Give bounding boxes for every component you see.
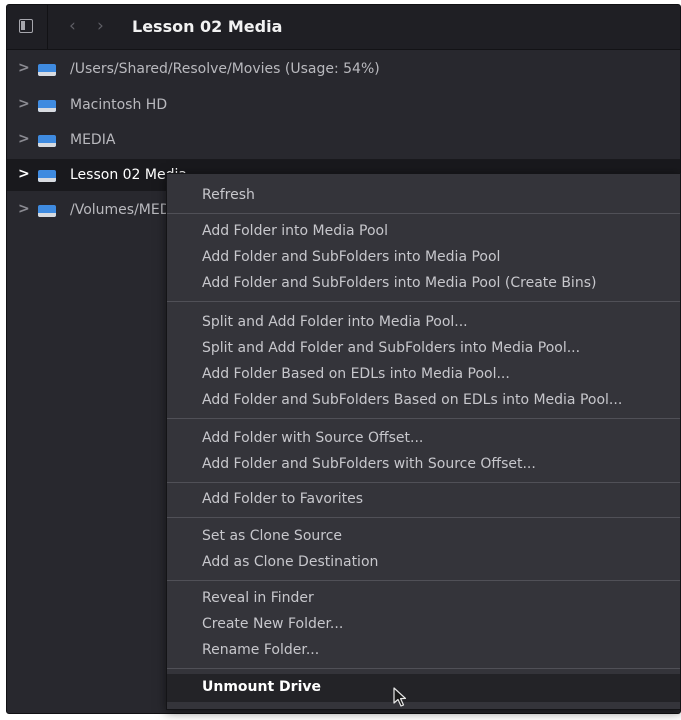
menu-item-add-clone-destination[interactable]: Add as Clone Destination [167,550,680,576]
chevron-right-icon[interactable]: > [18,166,30,182]
sidebar-toggle-icon[interactable] [19,19,33,33]
chevron-left-icon[interactable]: ‹ [69,16,76,36]
drive-icon [38,64,56,76]
menu-item-add-folder-subfolders-bins[interactable]: Add Folder and SubFolders into Media Poo… [167,271,680,297]
menu-item-add-folder-subfolders-source-offset[interactable]: Add Folder and SubFolders with Source Of… [167,452,680,478]
tree-item-label: Macintosh HD [70,97,168,113]
menu-item-add-folder-subfolders-edls[interactable]: Add Folder and SubFolders Based on EDLs … [167,388,680,414]
drive-icon [38,170,56,182]
chevron-right-icon[interactable]: › [97,16,104,36]
mouse-cursor-icon [393,687,407,707]
panel-header: ‹ › Lesson 02 Media [7,5,680,50]
chevron-right-icon[interactable]: > [18,96,30,112]
menu-separator [167,668,680,669]
menu-item-unmount-drive[interactable]: Unmount Drive [167,674,680,702]
drive-icon [38,100,56,112]
tree-item-label: MEDIA [70,132,116,148]
menu-item-create-new-folder[interactable]: Create New Folder... [167,612,680,638]
menu-separator [167,482,680,483]
tree-item-media[interactable]: > MEDIA [7,124,680,156]
chevron-right-icon[interactable]: > [18,60,30,76]
menu-item-set-clone-source[interactable]: Set as Clone Source [167,524,680,550]
tree-item-label: /Users/Shared/Resolve/Movies (Usage: 54%… [70,61,380,77]
menu-item-add-folder-subfolders[interactable]: Add Folder and SubFolders into Media Poo… [167,245,680,271]
menu-separator [167,580,680,581]
drive-icon [38,135,56,147]
tree-item-users-shared[interactable]: > /Users/Shared/Resolve/Movies (Usage: 5… [7,53,680,85]
menu-item-split-add-folder-subfolders[interactable]: Split and Add Folder and SubFolders into… [167,336,680,362]
menu-item-add-folder-edls[interactable]: Add Folder Based on EDLs into Media Pool… [167,362,680,388]
menu-separator [167,418,680,419]
menu-item-add-to-favorites[interactable]: Add Folder to Favorites [167,487,680,513]
menu-item-rename-folder[interactable]: Rename Folder... [167,638,680,664]
menu-separator [167,213,680,214]
context-menu: Refresh Add Folder into Media Pool Add F… [166,173,681,710]
tree-item-macintosh-hd[interactable]: > Macintosh HD [7,89,680,121]
drive-icon [38,205,56,217]
menu-separator [167,301,680,302]
chevron-right-icon[interactable]: > [18,131,30,147]
menu-separator [167,517,680,518]
menu-item-split-add-folder[interactable]: Split and Add Folder into Media Pool... [167,310,680,336]
menu-item-reveal-in-finder[interactable]: Reveal in Finder [167,586,680,612]
header-divider [47,5,48,49]
menu-item-add-folder[interactable]: Add Folder into Media Pool [167,219,680,245]
panel-title: Lesson 02 Media [132,17,283,36]
chevron-right-icon[interactable]: > [18,201,30,217]
menu-item-add-folder-source-offset[interactable]: Add Folder with Source Offset... [167,426,680,452]
menu-item-refresh[interactable]: Refresh [167,183,680,209]
